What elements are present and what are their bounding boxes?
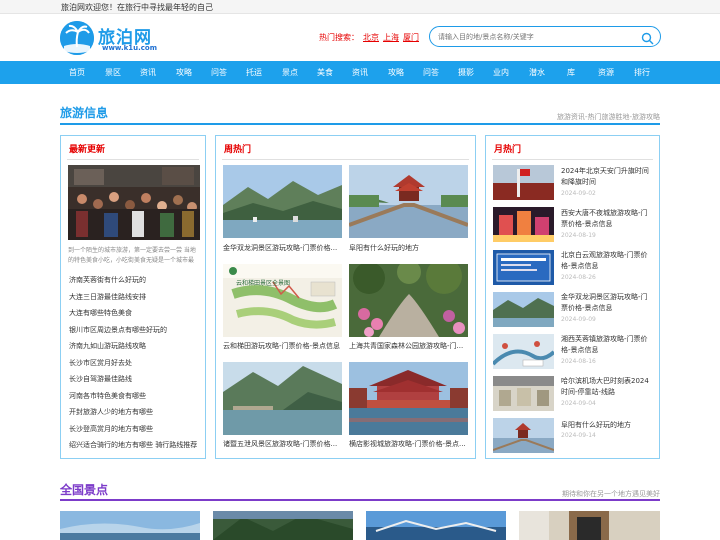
list-item[interactable]: 济南芙蓉街有什么好玩的 (69, 275, 146, 285)
item-title[interactable]: 北京白云观旅游攻略-门票价格-景点信息 (561, 250, 653, 272)
panel-divider (492, 159, 653, 160)
list-item[interactable]: 河南各市特色美食有哪些 (69, 391, 146, 401)
photo-thumb[interactable] (213, 511, 353, 540)
welcome-text: 旅泊网欢迎您！在旅行中寻找最年轻的自己 (61, 3, 213, 12)
panel-title: 周热门 (224, 145, 252, 155)
item-title[interactable]: 哈尔滨机场大巴时刻表2024时间-停靠站-线路 (561, 376, 653, 398)
item-date: 2024-08-26 (561, 274, 596, 281)
nav-item[interactable]: 美食 (317, 67, 333, 78)
thumb-image[interactable] (493, 207, 554, 242)
thumb-image[interactable] (493, 250, 554, 285)
photo-caption[interactable]: 金华双龙洞景区游玩攻略-门票价格... (223, 243, 342, 253)
section-subtitle: 期待和你在另一个地方遇见美好 (562, 490, 660, 498)
nav-item[interactable]: 问答 (423, 67, 439, 78)
nav-item[interactable]: 问答 (211, 67, 227, 78)
photo-caption[interactable]: 云和梯田游玩攻略-门票价格-景点信息 (223, 341, 342, 351)
monthly-panel: 月热门 2024年北京天安门升旗时间和降旗时间 2024-09-02 西安大唐不… (485, 135, 660, 459)
photo-thumb[interactable] (349, 362, 468, 435)
item-title[interactable]: 2024年北京天安门升旗时间和降旗时间 (561, 166, 653, 188)
item-date: 2024-09-02 (561, 190, 596, 197)
list-item[interactable]: 大连三日游最佳路线安排 (69, 292, 146, 302)
photo-thumb[interactable] (60, 511, 200, 540)
thumb-image[interactable] (493, 292, 554, 327)
item-title[interactable]: 湘西芙蓉镇旅游攻略-门票价格-景点信息 (561, 334, 653, 356)
map-label: 云和梯田景区全景图 (236, 280, 291, 287)
list-item[interactable]: 开封旅游人少的地方有哪些 (69, 407, 153, 417)
palm-tree-icon (60, 21, 94, 55)
nav-item[interactable]: 托运 (246, 67, 262, 78)
latest-panel: 最新更新 到一个陌生的城市旅游，第一定要去尝一尝 当地 的特色美食小吃，小吃街美… (60, 135, 206, 459)
nav-item[interactable]: 资讯 (352, 67, 368, 78)
photo-caption[interactable]: 横店影视城旅游攻略-门票价格-景点... (349, 439, 468, 449)
item-date: 2024-09-14 (561, 432, 596, 439)
photo-thumb[interactable] (223, 264, 342, 337)
nav-item[interactable]: 摄影 (458, 67, 474, 78)
main-nav: 首页 景区 资讯 攻略 问答 托运 景点 美食 资讯 攻略 问答 摄影 业内 潜… (0, 61, 720, 84)
hot-search-label: 热门搜索： (319, 33, 359, 42)
thumb-image[interactable] (493, 165, 554, 200)
photo-thumb[interactable] (349, 165, 468, 238)
section-title: 旅游信息 (60, 106, 109, 120)
nav-item[interactable]: 景点 (282, 67, 298, 78)
nav-item[interactable]: 业内 (493, 67, 509, 78)
list-item[interactable]: 长沙自驾游最佳路线 (69, 374, 132, 384)
list-item[interactable]: 银川市区周边景点有哪些好玩的 (69, 325, 167, 335)
photo-thumb[interactable] (223, 362, 342, 435)
item-date: 2024-08-16 (561, 358, 596, 365)
item-date: 2024-08-19 (561, 232, 596, 239)
list-item[interactable]: 济南九如山游玩路线攻略 (69, 341, 146, 351)
photo-caption[interactable]: 上海共青国家森林公园旅游攻略-门... (349, 341, 468, 351)
nav-item[interactable]: 库 (567, 67, 575, 78)
item-title[interactable]: 西安大唐不夜城旅游攻略-门票价格-景点信息 (561, 208, 653, 230)
hot-search-link[interactable]: 北京 (363, 33, 379, 42)
thumb-image[interactable] (493, 418, 554, 453)
section-title: 全国景点 (60, 483, 109, 497)
summary-text: 的特色美食小吃，小吃街美食无疑是一个城市最 (68, 257, 195, 264)
search-box (429, 26, 661, 47)
hot-search: 热门搜索： 北京 上海 厦门 (319, 32, 419, 43)
nav-item[interactable]: 潜水 (529, 67, 545, 78)
site-logo[interactable]: 旅泊网 www.k1u.com (60, 21, 164, 55)
panel-divider (67, 159, 199, 160)
weekly-panel: 周热门 金华双龙洞景区游玩攻略-门票价格... 阜阳有什么好玩的地方 云和梯田景… (215, 135, 476, 459)
nav-item[interactable]: 排行 (634, 67, 650, 78)
hot-search-link[interactable]: 上海 (383, 33, 399, 42)
section-divider (60, 123, 660, 125)
list-item[interactable]: 长沙市区赏月好去处 (69, 358, 132, 368)
nav-item[interactable]: 攻略 (388, 67, 404, 78)
list-item[interactable]: 大连有哪些特色美食 (69, 308, 132, 318)
item-title[interactable]: 金华双龙洞景区游玩攻略-门票价格-景点信息 (561, 292, 653, 314)
section-divider (60, 499, 660, 501)
top-bar: 旅泊网欢迎您！在旅行中寻找最年轻的自己 (0, 0, 720, 14)
thumb-image[interactable] (493, 376, 554, 411)
nav-item[interactable]: 资讯 (140, 67, 156, 78)
list-item[interactable]: 长沙登高赏月的地方有哪些 (69, 424, 153, 434)
panel-title: 最新更新 (69, 145, 106, 155)
hot-search-link[interactable]: 厦门 (403, 33, 419, 42)
photo-thumb[interactable] (223, 165, 342, 238)
nav-item[interactable]: 攻略 (176, 67, 192, 78)
thumb-image[interactable] (493, 334, 554, 369)
featured-image[interactable] (68, 165, 200, 240)
logo-url: www.k1u.com (102, 44, 158, 52)
item-title[interactable]: 阜阳有什么好玩的地方 (561, 420, 653, 431)
photo-thumb[interactable] (366, 511, 506, 540)
photo-caption[interactable]: 诸暨五泄风景区旅游攻略-门票价格... (223, 439, 342, 449)
nav-item[interactable]: 首页 (69, 67, 85, 78)
panel-divider (222, 159, 469, 160)
summary-text: 到一个陌生的城市旅游，第一定要去尝一尝 当地 (68, 247, 196, 254)
nav-item[interactable]: 资源 (598, 67, 614, 78)
panel-title: 月热门 (494, 145, 522, 155)
nav-item[interactable]: 景区 (105, 67, 121, 78)
item-date: 2024-09-04 (561, 400, 596, 407)
photo-thumb[interactable] (519, 511, 660, 540)
photo-caption[interactable]: 阜阳有什么好玩的地方 (349, 243, 468, 253)
search-icon[interactable] (641, 30, 654, 45)
item-date: 2024-09-09 (561, 316, 596, 323)
search-input[interactable] (438, 31, 638, 43)
photo-thumb[interactable] (349, 264, 468, 337)
section-subtitle: 旅游资讯-热门旅游胜地-旅游攻略 (556, 113, 660, 121)
list-item[interactable]: 绍兴适合骑行的地方有哪些 骑行路线推荐 (69, 440, 197, 450)
